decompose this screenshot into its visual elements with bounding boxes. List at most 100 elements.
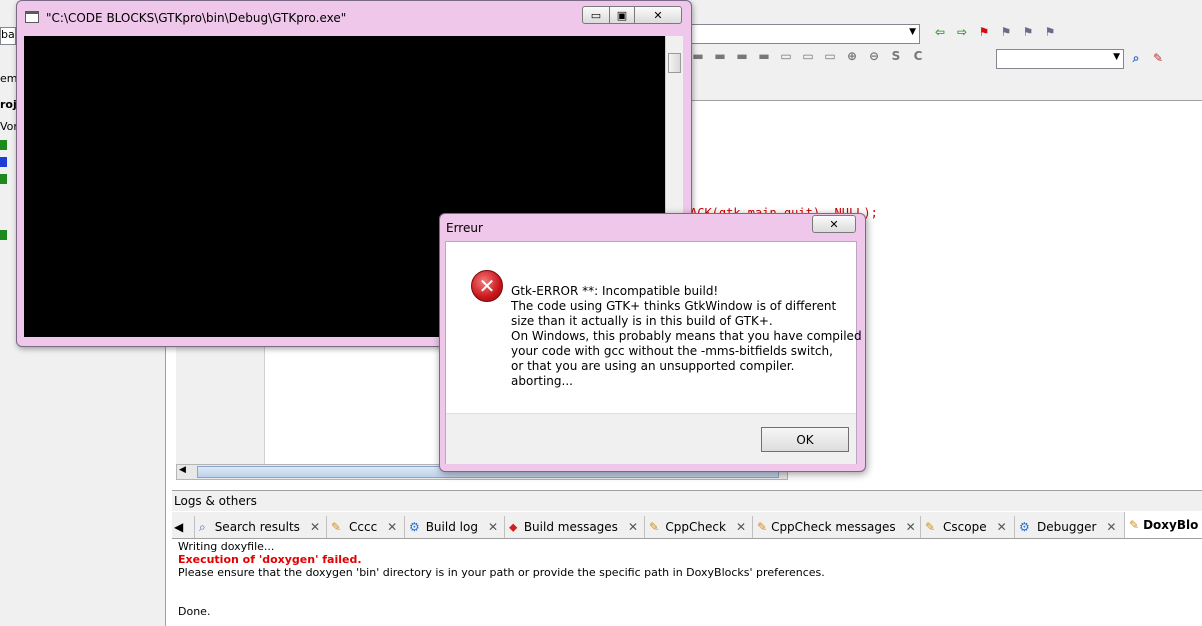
tab-cscope[interactable]: ✎ Cscope ✕ [920,516,1014,538]
close-icon[interactable]: ✕ [488,520,498,534]
scrollbar-thumb[interactable] [668,53,681,73]
toolbar-block-icon[interactable]: ▬ [756,48,772,64]
toolbar-block-icon[interactable]: ▭ [778,48,794,64]
bookmark-clear-icon[interactable]: ⚑ [1042,24,1058,40]
tab-label: Search results [214,520,300,534]
tab-debugger[interactable]: ⚙ Debugger ✕ [1014,516,1124,538]
tab-doxyblocks[interactable]: ✎ DoxyBlo [1124,512,1202,538]
tree-file-icon[interactable] [0,140,7,150]
tab-label: CppCheck [665,520,726,534]
gear-icon: ⚙ [1019,520,1030,534]
dialog-close-button[interactable]: ✕ [812,215,856,233]
message-line: On Windows, this probably means that you… [511,329,862,343]
tab-search-results[interactable]: ⌕ Search results ✕ [194,516,326,538]
tree-file-icon[interactable] [0,230,7,240]
message-line: or that you are using an unsupported com… [511,359,795,373]
left-combo-fragment[interactable]: bal [0,27,16,45]
tab-label: Build log [425,520,478,534]
gear-icon: ⚙ [409,520,420,534]
tab-build-messages[interactable]: ⬥ Build messages ✕ [504,516,644,538]
tools-icon[interactable]: ✎ [1150,50,1166,66]
chevron-down-icon: ▼ [1113,52,1120,62]
tab-label: Cscope [943,520,987,534]
tab-label: Build messages [523,520,618,534]
arrow-left-icon[interactable]: ◀ [179,465,186,475]
message-line: Gtk-ERROR **: Incompatible build! [511,284,719,298]
log-line-error: Execution of 'doxygen' failed. [178,553,362,566]
toolbar-block-icon[interactable]: ▭ [800,48,816,64]
toolbar-block-icon[interactable]: ▬ [734,48,750,64]
tab-label: CppCheck messages [771,520,896,534]
pencil-doc-icon: ✎ [649,520,660,534]
console-title: "C:\CODE BLOCKS\GTKpro\bin\Debug\GTKpro.… [46,11,347,25]
pencil-doc-icon: ✎ [331,520,342,534]
error-message: Gtk-ERROR **: Incompatible build! The co… [511,284,862,389]
pencil-doc-icon: ✎ [757,520,768,534]
bookmark-flag-icon[interactable]: ⚑ [976,24,992,40]
log-output[interactable]: Writing doxyfile... Execution of 'doxyge… [176,540,1196,624]
tab-label: Debugger [1037,520,1097,534]
logs-tab-strip: ◀ ⌕ Search results ✕ ✎ Cccc ✕ ⚙ Build log ✕ ⬥ B… [172,512,1202,539]
error-icon: ✕ [471,270,503,302]
tab-cccc[interactable]: ✎ Cccc ✕ [326,516,404,538]
console-app-icon [25,11,39,23]
message-line: your code with gcc without the -mms-bitf… [511,344,833,358]
close-icon[interactable]: ✕ [736,520,746,534]
bookmark-next-icon[interactable]: ⚑ [1020,24,1036,40]
pencil-doc-icon: ✎ [925,520,936,534]
close-icon[interactable]: ✕ [310,520,320,534]
close-button[interactable]: ✕ [634,6,682,24]
minimize-icon: ▭ [590,8,602,22]
logs-panel-header: Logs & others [172,490,1202,511]
close-icon[interactable]: ✕ [997,520,1007,534]
chevron-down-icon: ▼ [909,27,916,37]
bookmark-prev-icon[interactable]: ⚑ [998,24,1014,40]
s-icon[interactable]: S [888,48,904,64]
search-icon[interactable]: ⌕ [1128,50,1144,66]
pencil-doc-icon: ✎ [1129,518,1140,532]
tab-scroll-left-icon[interactable]: ◀ [172,516,194,538]
tab-label: DoxyBlo [1143,518,1199,532]
format-toolbar: ▬ ▬ ▬ ▬ ▭ ▭ ▭ ⊕ ⊖ S C [690,48,926,64]
tab-cppcheck-messages[interactable]: ✎ CppCheck messages ✕ [752,516,920,538]
close-icon[interactable]: ✕ [628,520,638,534]
c-icon[interactable]: C [910,48,926,64]
projects-tab-fragment[interactable]: roj [0,98,17,111]
scope-combo[interactable]: ▼ [690,24,920,44]
logs-panel-title: Logs & others [174,494,257,508]
toolbar-block-icon[interactable]: ▭ [822,48,838,64]
search-icon: ⌕ [199,520,206,534]
tab-label: Cccc [349,520,378,534]
close-icon[interactable]: ✕ [387,520,397,534]
left-label-fragment: em [0,72,18,85]
dialog-title: Erreur [446,221,483,235]
build-messages-icon: ⬥ [509,520,518,534]
zoom-in-icon[interactable]: ⊕ [844,48,860,64]
tree-file-icon[interactable] [0,174,7,184]
minimize-button[interactable]: ▭ [582,6,610,24]
nav-toolbar: ⇦ ⇨ ⚑ ⚑ ⚑ ⚑ [932,24,1058,40]
zoom-out-icon[interactable]: ⊖ [866,48,882,64]
close-icon[interactable]: ✕ [1106,520,1116,534]
tree-file-icon[interactable] [0,157,7,167]
toolbar-block-icon[interactable]: ▬ [712,48,728,64]
message-line: The code using GTK+ thinks GtkWindow is … [511,299,837,313]
maximize-icon: ▣ [616,8,628,22]
close-icon: ✕ [829,217,839,231]
arrow-right-icon[interactable]: ⇨ [954,24,970,40]
log-line: Please ensure that the doxygen 'bin' dir… [178,566,825,579]
ok-button[interactable]: OK [761,427,849,452]
search-combo[interactable]: ▼ [996,49,1124,69]
close-icon: ✕ [653,8,663,22]
log-line: Done. [178,605,211,618]
toolbar-block-icon[interactable]: ▬ [690,48,706,64]
tab-cppcheck[interactable]: ✎ CppCheck ✕ [644,516,752,538]
arrow-left-icon[interactable]: ⇦ [932,24,948,40]
log-line: Writing doxyfile... [178,540,275,553]
message-line: aborting... [511,374,573,388]
maximize-button[interactable]: ▣ [609,6,635,24]
tab-build-log[interactable]: ⚙ Build log ✕ [404,516,504,538]
close-icon[interactable]: ✕ [906,520,916,534]
